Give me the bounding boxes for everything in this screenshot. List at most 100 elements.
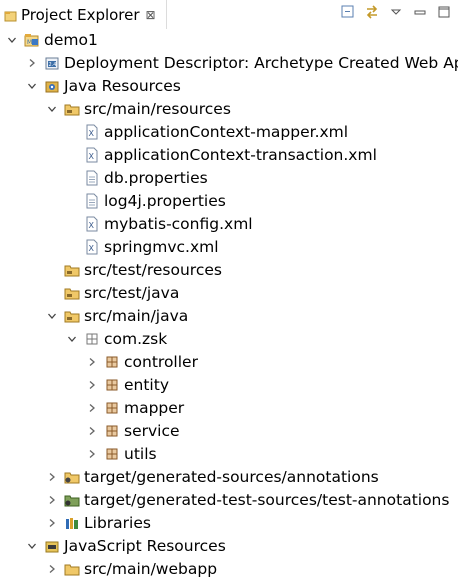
view-menu-icon[interactable] [388,4,404,20]
tree-item-label: entity [124,375,169,394]
chevron-down-icon[interactable] [26,80,38,92]
empty-package-icon [84,331,100,347]
tree-item[interactable]: Libraries [0,511,458,534]
tree-item[interactable]: controller [0,350,458,373]
text-file-icon [84,193,100,209]
svg-text:2.4: 2.4 [49,62,57,68]
maximize-icon[interactable] [436,4,452,20]
svg-text:M: M [27,39,32,46]
tree-item[interactable]: XapplicationContext-mapper.xml [0,120,458,143]
project-icon: M [24,32,40,48]
tree-item-label: demo1 [44,30,98,49]
javascript-resources-icon [44,538,60,554]
tree-item[interactable]: 2.4 Deployment Descriptor: Archetype Crea… [0,51,458,74]
tree-item[interactable]: Java Resources [0,74,458,97]
svg-text:X: X [89,221,95,230]
tree-item[interactable]: JavaScript Resources [0,534,458,557]
deployment-descriptor-icon: 2.4 [44,55,60,71]
tree-item[interactable]: target/generated-test-sources/test-annot… [0,488,458,511]
text-file-icon [84,170,100,186]
chevron-right-icon[interactable] [46,471,58,483]
tree-item[interactable]: src/main/java [0,304,458,327]
tree-item-label: Libraries [84,513,151,532]
xml-file-icon: X [84,124,100,140]
view-title: Project Explorer [21,5,140,24]
tree-item[interactable]: entity [0,373,458,396]
generated-source-folder-icon [64,469,80,485]
xml-file-icon: X [84,216,100,232]
tree-item-label: com.zsk [104,329,168,348]
tree-item-label: log4j.properties [104,191,226,210]
tree-item[interactable]: utils [0,442,458,465]
collapse-all-icon[interactable] [340,4,356,20]
tree-item[interactable]: Xmybatis-config.xml [0,212,458,235]
chevron-right-icon[interactable] [86,425,98,437]
tree-item[interactable]: log4j.properties [0,189,458,212]
chevron-right-icon[interactable] [86,448,98,460]
tree-item-label: controller [124,352,198,371]
tree-item-label: mybatis-config.xml [104,214,253,233]
tree-item-label: service [124,421,180,440]
tree-item[interactable]: src/test/resources [0,258,458,281]
chevron-right-icon[interactable] [46,517,58,529]
chevron-right-icon[interactable] [46,494,58,506]
tree-item[interactable]: XapplicationContext-transaction.xml [0,143,458,166]
tree-item[interactable]: src/test/java [0,281,458,304]
tree-item-label: src/main/resources [84,99,231,118]
source-folder-icon [64,308,80,324]
package-icon [104,423,120,439]
svg-text:X: X [89,129,95,138]
tab-project-explorer[interactable]: Project Explorer ⊠ [0,0,167,29]
tree-item-label: utils [124,444,157,463]
view-header: Project Explorer ⊠ [0,0,458,29]
chevron-right-icon[interactable] [26,57,38,69]
tree-item[interactable]: src/main/resources [0,97,458,120]
tree-item[interactable]: mapper [0,396,458,419]
tree-item[interactable]: target/generated-sources/annotations [0,465,458,488]
svg-text:X: X [89,152,95,161]
svg-text:X: X [89,244,95,253]
close-icon[interactable]: ⊠ [146,8,156,22]
chevron-down-icon[interactable] [26,540,38,552]
package-icon [104,354,120,370]
minimize-icon[interactable] [412,4,428,20]
tree-item-label: applicationContext-mapper.xml [104,122,349,141]
chevron-right-icon[interactable] [86,379,98,391]
tree-item-label: mapper [124,398,185,417]
tree-item[interactable]: db.properties [0,166,458,189]
tree-item[interactable]: Mdemo1 [0,28,458,51]
tree-item-label: src/test/java [84,283,180,302]
source-folder-icon [64,262,80,278]
chevron-down-icon[interactable] [66,333,78,345]
libraries-icon [64,515,80,531]
source-folder-icon [64,285,80,301]
tree-item-label: springmvc.xml [104,237,219,256]
tree-item-label: src/main/java [84,306,189,325]
chevron-right-icon[interactable] [86,402,98,414]
chevron-down-icon[interactable] [6,34,18,46]
package-icon [104,377,120,393]
chevron-right-icon[interactable] [86,356,98,368]
package-icon [104,446,120,462]
tree-item-label: JavaScript Resources [64,536,226,555]
tree-item-label: applicationContext-transaction.xml [104,145,377,164]
tree-item[interactable]: com.zsk [0,327,458,350]
tree-item-label: Deployment Descriptor: Archetype Created… [64,53,458,72]
project-explorer-icon [4,8,17,22]
chevron-down-icon[interactable] [46,103,58,115]
tree-item[interactable]: Xspringmvc.xml [0,235,458,258]
tree-item-label: target/generated-test-sources/test-annot… [84,490,450,509]
view-toolbar [340,4,452,20]
tree-item[interactable]: service [0,419,458,442]
tree-item-label: db.properties [104,168,208,187]
java-resources-icon [44,78,60,94]
horizontal-scrollbar[interactable] [0,561,458,569]
link-with-editor-icon[interactable] [364,4,380,20]
chevron-down-icon[interactable] [46,310,58,322]
